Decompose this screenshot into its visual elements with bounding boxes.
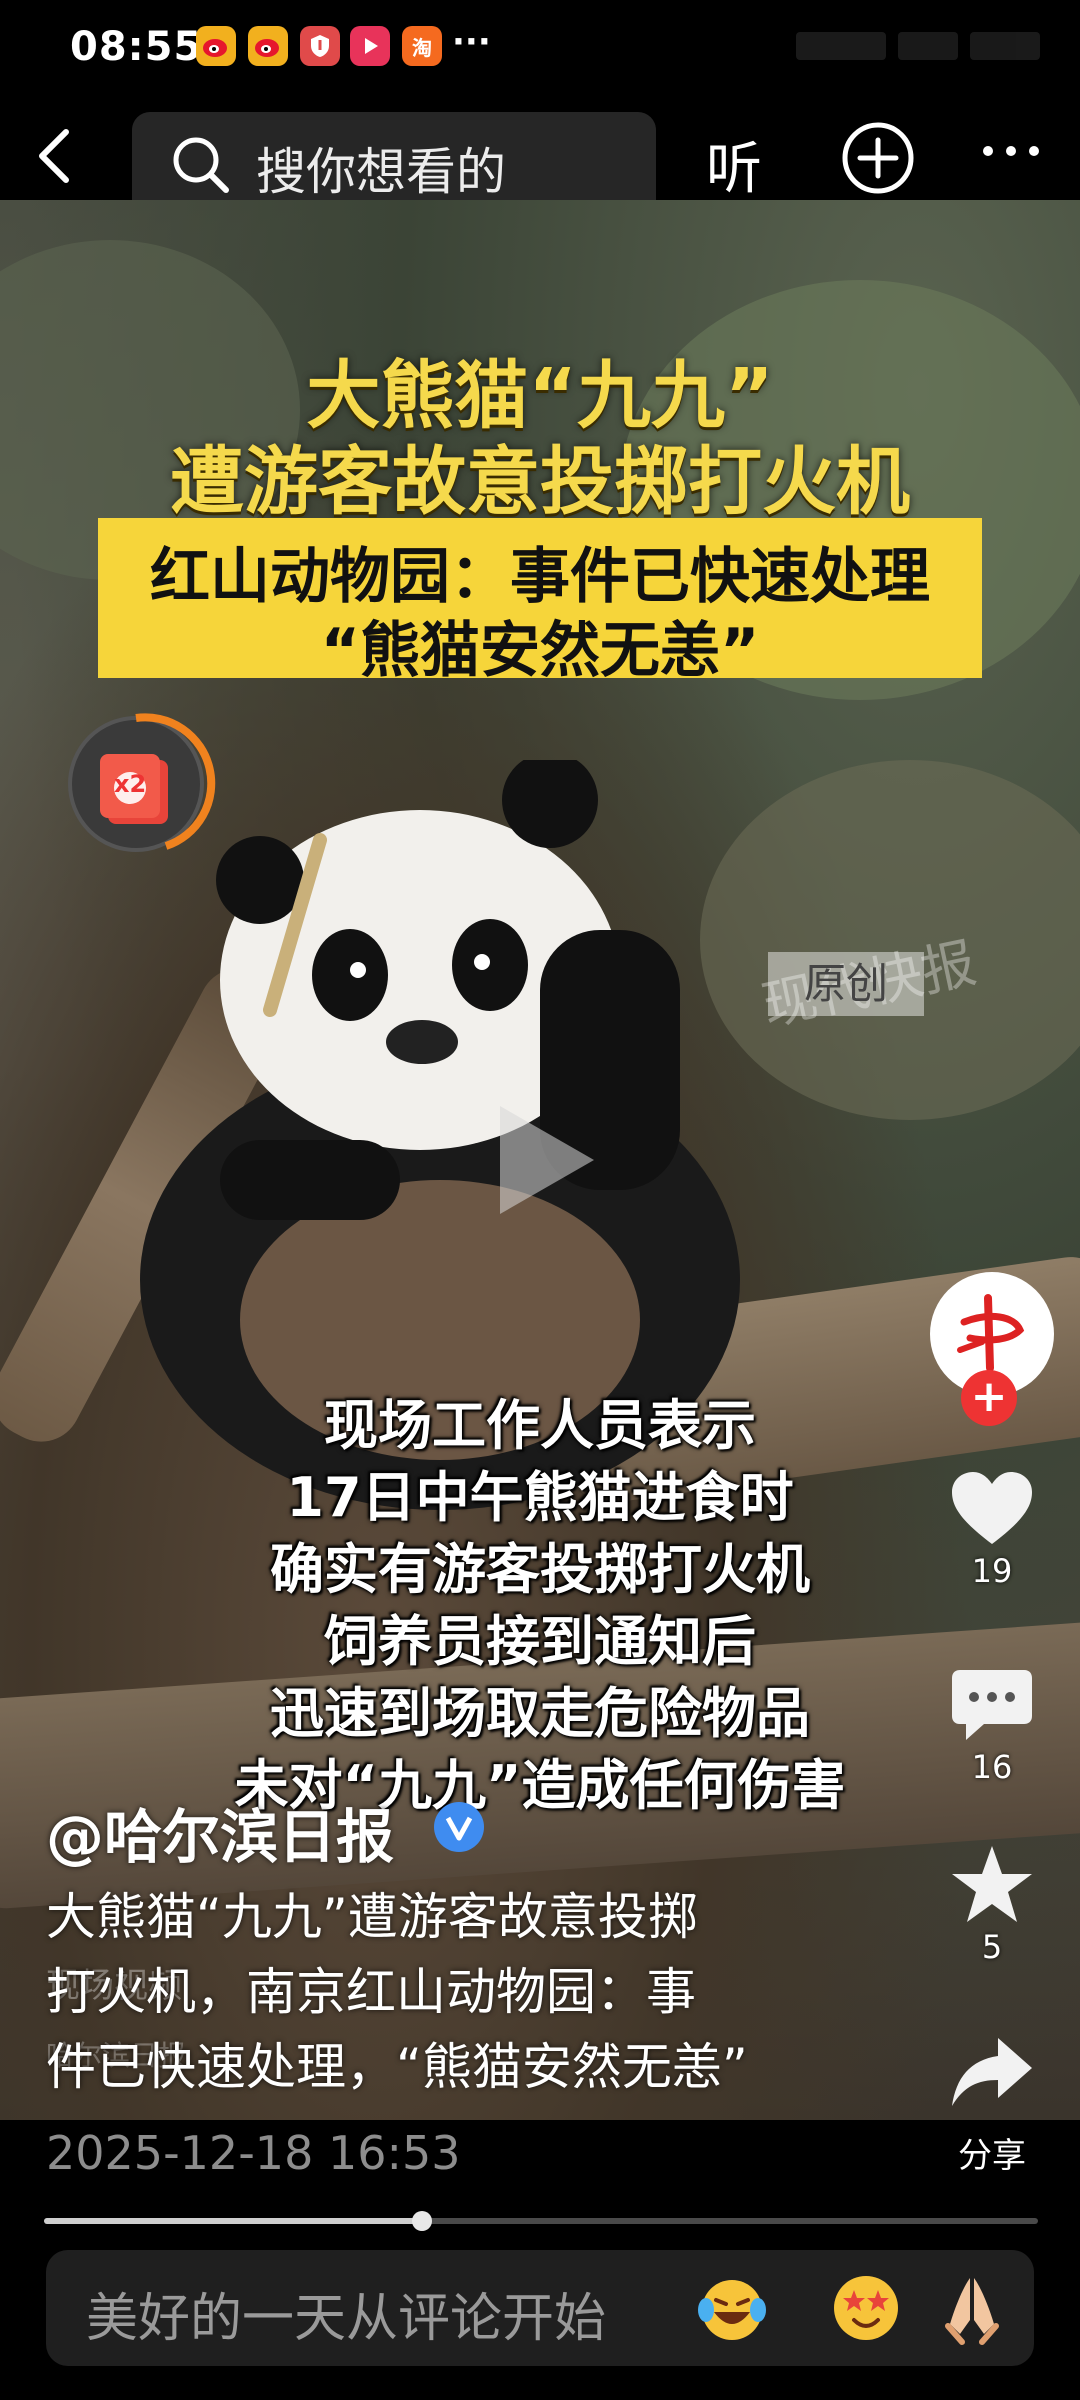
system-indicators	[796, 32, 1040, 60]
subtitle-line: 迅速到场取走危险物品	[270, 1682, 810, 1745]
status-overflow: ···	[452, 22, 491, 62]
verified-badge-icon	[434, 1802, 484, 1852]
video-progress-bar[interactable]	[44, 2211, 1038, 2231]
top-nav: 搜你想看的 听	[0, 100, 1080, 202]
status-time: 08:55	[70, 24, 203, 70]
highlight-line2: “熊猫安然无恙”	[320, 616, 760, 686]
caption-line: 打火机，南京红山动物园：事	[46, 1963, 696, 2021]
pray-hands-emoji[interactable]	[934, 2270, 1010, 2346]
favorite-count: 5	[981, 1928, 1003, 1966]
favorite-button[interactable]: 5	[930, 1844, 1054, 1966]
comment-input[interactable]: 美好的一天从评论开始	[46, 2250, 1034, 2366]
battery-icon	[970, 32, 1040, 60]
laugh-cry-emoji[interactable]	[694, 2270, 770, 2346]
add-circle-icon[interactable]	[840, 120, 916, 196]
weibo-icon	[196, 26, 236, 66]
subtitle-line: 饲养员接到通知后	[324, 1610, 756, 1673]
like-button[interactable]: 19	[930, 1470, 1054, 1590]
star-icon	[952, 1846, 1032, 1922]
progress-thumb[interactable]	[411, 2211, 432, 2231]
headline-highlight-box: 红山动物园：事件已快速处理 “熊猫安然无恙”	[98, 518, 982, 686]
original-badge: 原创	[768, 952, 924, 1016]
post-datetime: 2025-12-18 16:53	[46, 2126, 461, 2180]
video-app-icon	[350, 26, 390, 66]
more-options-icon[interactable]	[976, 116, 1046, 186]
listen-button[interactable]: 听	[706, 124, 762, 205]
like-count: 19	[971, 1552, 1013, 1590]
star-eyes-emoji[interactable]	[828, 2270, 904, 2346]
search-input[interactable]: 搜你想看的	[132, 112, 656, 201]
weibo-icon	[248, 26, 288, 66]
search-icon	[173, 137, 229, 193]
share-label: 分享	[958, 2136, 1026, 2176]
play-icon[interactable]	[490, 1100, 600, 1220]
search-placeholder: 搜你想看的	[256, 143, 506, 201]
signal-icon	[796, 32, 886, 60]
progress-fill	[44, 2218, 422, 2224]
caption-line: 件已快速处理，“熊猫安然无恙”	[46, 2038, 748, 2096]
caption-line: 大熊猫“九九”遭游客故意投掷	[46, 1888, 698, 1946]
taobao-glyph: 淘	[412, 35, 432, 60]
wifi-icon	[898, 32, 958, 60]
subtitle-line: 确实有游客投掷打火机	[270, 1538, 810, 1601]
back-arrow-icon[interactable]	[24, 126, 84, 186]
share-button[interactable]	[930, 2034, 1054, 2114]
comment-placeholder: 美好的一天从评论开始	[86, 2289, 607, 2349]
taobao-icon: 淘	[402, 26, 442, 66]
author-name[interactable]: @哈尔滨日报	[46, 1790, 394, 1874]
comment-count: 16	[971, 1748, 1013, 1786]
status-bar: 08:55 淘 ···	[0, 0, 1080, 100]
subtitle-line: 现场工作人员表示	[324, 1394, 756, 1457]
shield-app-icon	[300, 26, 340, 66]
heart-icon	[952, 1472, 1032, 1544]
video-subtitles: 现场工作人员表示 17日中午熊猫进食时 确实有游客投掷打火机 饲养员接到通知后 …	[0, 1390, 1080, 1822]
comment-bubble-icon	[952, 1670, 1032, 1740]
follow-button[interactable]: +	[961, 1370, 1017, 1426]
share-arrow-icon	[952, 2038, 1032, 2106]
post-caption[interactable]: 大熊猫“九九”遭游客故意投掷 打火机，南京红山动物园：事 件已快速处理，“熊猫安…	[46, 1880, 866, 2105]
comment-button[interactable]: 16	[930, 1666, 1054, 1786]
subtitle-line: 17日中午熊猫进食时	[286, 1466, 794, 1529]
video-headline-line2: 遭游客故意投掷打火机	[170, 439, 910, 525]
